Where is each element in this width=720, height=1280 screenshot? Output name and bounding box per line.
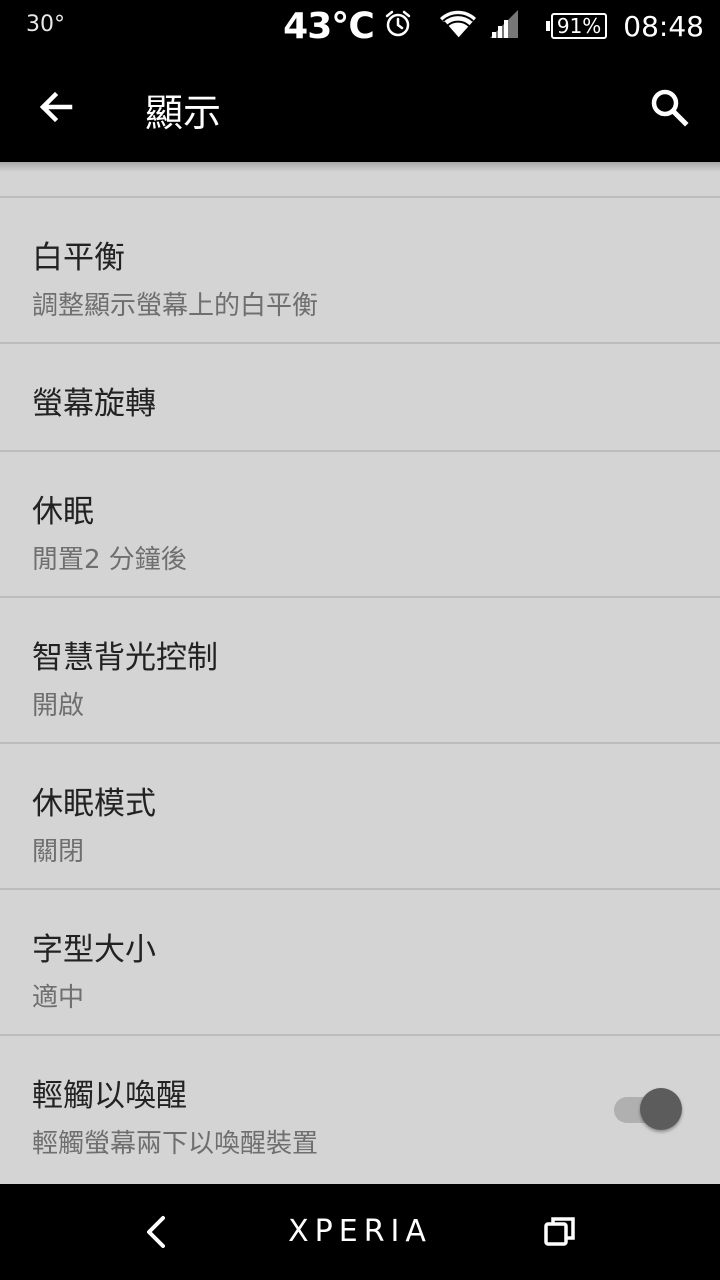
recents-icon — [544, 1217, 575, 1246]
setting-smart-backlight[interactable]: 智慧背光控制 開啟 — [0, 598, 720, 744]
toolbar: 顯示 — [0, 52, 720, 162]
nav-back-button[interactable] — [126, 1202, 186, 1262]
status-temperature: 43℃ — [283, 5, 375, 47]
setting-title: 智慧背光控制 — [32, 640, 218, 676]
setting-summary: 開啟 — [32, 691, 85, 721]
toolbar-shadow — [0, 162, 720, 172]
status-right-group: 43℃ 91% 08:48 — [283, 0, 704, 52]
setting-screen-rotation[interactable]: 螢幕旋轉 — [0, 344, 720, 452]
recents-button[interactable] — [530, 1202, 590, 1262]
status-clock: 08:48 — [623, 9, 704, 43]
nav-back-icon — [147, 1216, 165, 1248]
navigation-bar: XPERIA — [0, 1184, 720, 1280]
toggle-thumb — [640, 1088, 682, 1130]
back-button[interactable] — [20, 77, 92, 137]
setting-title: 螢幕旋轉 — [32, 386, 156, 422]
tap-to-wake-toggle[interactable] — [614, 1088, 682, 1132]
setting-summary: 調整顯示螢幕上的白平衡 — [32, 291, 319, 321]
settings-list: 白平衡 調整顯示螢幕上的白平衡 螢幕旋轉 休眠 閒置2 分鐘後 智慧背光控制 開… — [0, 196, 720, 1186]
back-arrow-icon — [39, 91, 73, 123]
signal-icon — [488, 8, 520, 44]
setting-daydream[interactable]: 休眠模式 關閉 — [0, 744, 720, 890]
status-left-temperature: 30° — [26, 12, 65, 37]
screen: 30° 43℃ 91% 08:48 顯示 白平衡 調整顯示螢幕上的白平衡 螢幕旋… — [0, 0, 720, 1280]
setting-white-balance[interactable]: 白平衡 調整顯示螢幕上的白平衡 — [0, 198, 720, 344]
setting-title: 字型大小 — [32, 932, 156, 968]
setting-summary: 適中 — [32, 983, 85, 1013]
page-title: 顯示 — [145, 91, 222, 135]
setting-title: 休眠 — [32, 494, 94, 530]
setting-summary: 閒置2 分鐘後 — [32, 545, 187, 575]
alarm-icon — [384, 10, 412, 42]
status-bar: 30° 43℃ 91% 08:48 — [0, 0, 720, 52]
search-button[interactable] — [636, 77, 702, 137]
battery-level: 91% — [550, 13, 608, 39]
setting-font-size[interactable]: 字型大小 適中 — [0, 890, 720, 1036]
setting-sleep[interactable]: 休眠 閒置2 分鐘後 — [0, 452, 720, 598]
search-icon — [651, 89, 689, 127]
battery-icon: 91% — [545, 13, 608, 39]
wifi-icon — [438, 8, 478, 44]
setting-title: 白平衡 — [32, 240, 125, 276]
setting-summary: 關閉 — [32, 837, 85, 867]
setting-tap-to-wake[interactable]: 輕觸以喚醒 輕觸螢幕兩下以喚醒裝置 — [0, 1036, 720, 1186]
xperia-logo: XPERIA — [288, 1214, 432, 1249]
setting-title: 休眠模式 — [32, 786, 156, 822]
